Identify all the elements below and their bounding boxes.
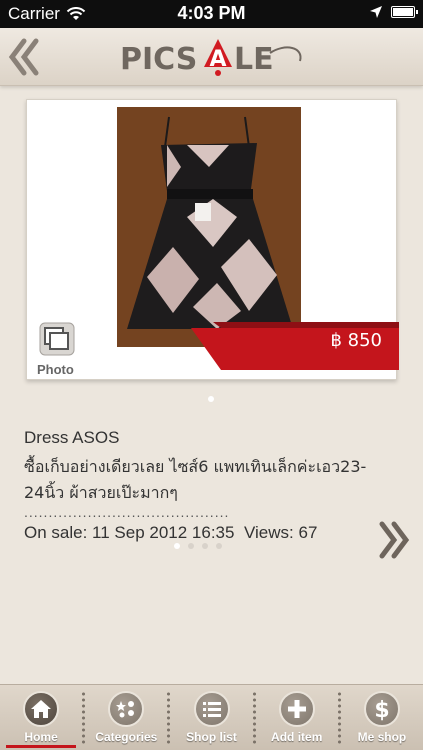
on-sale-date: On sale: 11 Sep 2012 16:35 <box>24 523 235 542</box>
status-bar: Carrier 4:03 PM <box>0 0 423 28</box>
photo-label: Photo <box>37 362 74 377</box>
tab-label: Me shop <box>357 730 407 744</box>
categories-icon <box>108 691 145 727</box>
status-right <box>369 5 418 19</box>
product-title: Dress ASOS <box>24 428 120 447</box>
tab-label: Categories <box>95 730 158 744</box>
photo-pager-dot <box>208 396 214 402</box>
tab-home[interactable]: Home <box>0 685 82 750</box>
product-card[interactable]: Photo ฿ 850 <box>26 99 399 380</box>
home-icon <box>23 691 60 727</box>
pager-dot <box>188 543 194 549</box>
dollar-icon: $ <box>363 691 400 727</box>
pager-dot <box>216 543 222 549</box>
back-double-chevron-icon[interactable] <box>8 38 40 76</box>
list-icon <box>193 691 230 727</box>
price-label: ฿ 850 <box>330 330 382 351</box>
tab-categories[interactable]: Categories <box>85 685 167 750</box>
dress-image <box>117 107 301 347</box>
views-count: Views: 67 <box>244 523 318 542</box>
tab-label: Shop list <box>186 730 237 744</box>
location-arrow-icon <box>370 6 382 18</box>
picsale-logo: PICS A LE <box>120 39 302 77</box>
tab-label: Add item <box>271 730 323 744</box>
product-description: ซื้อเก็บอย่างเดียวเลย ไซส์6 แพทเทินเล็กค… <box>24 457 367 502</box>
svg-text:PICS: PICS <box>120 42 197 77</box>
item-pager-dots <box>174 543 222 549</box>
svg-text:$: $ <box>374 698 389 721</box>
tab-me-shop[interactable]: $ Me shop <box>341 685 423 750</box>
nav-bar: PICS A LE <box>0 28 423 86</box>
tab-add-item[interactable]: Add item <box>256 685 338 750</box>
svg-text:A: A <box>209 47 226 72</box>
plus-icon <box>278 691 315 727</box>
battery-icon <box>391 6 418 18</box>
tab-shop-list[interactable]: Shop list <box>170 685 252 750</box>
pager-dot <box>202 543 208 549</box>
tab-bar: Home Categories Shop list Add item $ Me … <box>0 684 423 750</box>
product-photo[interactable] <box>117 107 301 347</box>
tab-label: Home <box>24 730 58 744</box>
photo-gallery-icon[interactable] <box>39 322 75 356</box>
next-double-chevron-icon[interactable] <box>378 520 410 560</box>
svg-text:LE: LE <box>234 42 274 77</box>
status-time: 4:03 PM <box>177 3 246 23</box>
dotted-divider: ........................................… <box>24 504 230 520</box>
pager-dot <box>174 543 180 549</box>
